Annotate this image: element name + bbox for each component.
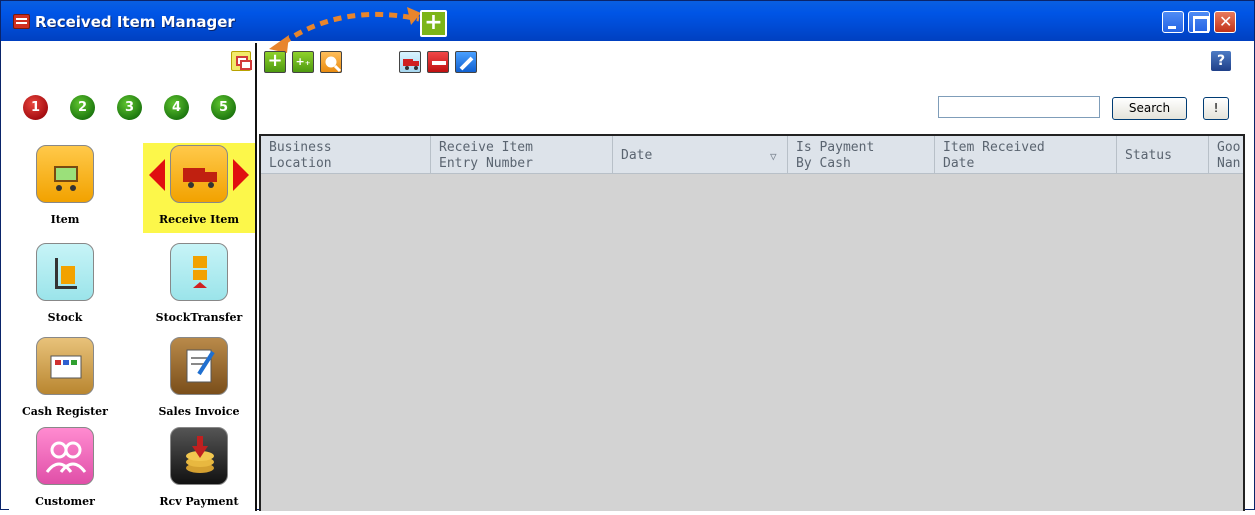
step-3-button[interactable]: 3 [117, 95, 142, 120]
tile-sales-invoice[interactable]: Sales Invoice [143, 335, 255, 425]
callout-arrowhead-right [407, 7, 421, 25]
column-header-line: Is Payment [796, 140, 875, 155]
search-input[interactable] [938, 96, 1100, 118]
maximize-button[interactable] [1188, 11, 1210, 33]
cash-register-icon [36, 337, 94, 395]
grid-header: Business Location Receive Item Entry Num… [261, 136, 1243, 174]
dashed-callout-arrow [281, 11, 420, 46]
column-header-line: Entry Number [439, 156, 533, 171]
delivery-truck-icon [170, 145, 228, 203]
column-header-goods-name[interactable]: Goo Nan [1209, 136, 1243, 174]
tile-cash-register[interactable]: Cash Register [9, 335, 121, 425]
column-header-line: Location [269, 156, 332, 171]
toggle-panel-icon[interactable] [231, 51, 252, 71]
column-header-line: Date [621, 148, 653, 163]
add-button[interactable]: + [264, 51, 286, 73]
column-header-line: Business [269, 140, 332, 155]
pencil-icon [459, 56, 474, 71]
step-1-button[interactable]: 1 [23, 95, 48, 120]
tile-stock-transfer[interactable]: StockTransfer [143, 241, 255, 331]
delete-button[interactable] [427, 51, 449, 73]
edit-button[interactable] [455, 51, 477, 73]
column-header-line: Receive Item [439, 140, 533, 155]
stock-transfer-icon [170, 243, 228, 301]
minimize-button[interactable] [1162, 11, 1184, 33]
search-records-button[interactable] [320, 51, 342, 73]
magnifier-icon [325, 56, 342, 73]
column-header-item-received-date[interactable]: Item Received Date [935, 136, 1117, 174]
tile-label: Receive Item [158, 213, 240, 226]
tile-customer[interactable]: Customer [9, 425, 121, 515]
tile-label: Rcv Payment [159, 495, 239, 508]
hand-truck-icon [36, 243, 94, 301]
advanced-search-button[interactable]: ! [1203, 97, 1229, 120]
toolbar: + +₊ ? [259, 43, 1246, 83]
invoice-icon [170, 337, 228, 395]
column-header-is-payment-by-cash[interactable]: Is Payment By Cash [788, 136, 935, 174]
shopping-cart-icon [36, 145, 94, 203]
step-5-button[interactable]: 5 [211, 95, 236, 120]
data-grid[interactable]: Business Location Receive Item Entry Num… [259, 134, 1245, 511]
column-header-line: Item Received [943, 140, 1045, 155]
truck-icon [403, 59, 419, 70]
app-window: Received Item Manager + 1 2 3 4 5 Item [0, 0, 1255, 511]
tile-stock[interactable]: Stock [9, 241, 121, 331]
step-2-button[interactable]: 2 [70, 95, 95, 120]
tile-label: Cash Register [22, 405, 108, 418]
column-header-line: Status [1125, 148, 1172, 163]
add-multiple-button[interactable]: +₊ [292, 51, 314, 73]
search-button[interactable]: Search [1112, 97, 1187, 120]
column-header-line: Nan [1217, 156, 1241, 171]
tile-item[interactable]: Item [9, 143, 121, 233]
sidebar: 1 2 3 4 5 Item Receive Item Stock StockT… [9, 43, 257, 511]
column-header-receive-item-entry-number[interactable]: Receive Item Entry Number [431, 136, 613, 174]
tile-receive-item[interactable]: Receive Item [143, 143, 255, 233]
tile-label: Stock [47, 311, 83, 324]
left-arrow-icon [149, 159, 165, 191]
column-header-line: By Cash [796, 156, 851, 171]
receive-truck-button[interactable] [399, 51, 421, 73]
tile-label: StockTransfer [155, 311, 243, 324]
customers-icon [36, 427, 94, 485]
receive-payment-icon [170, 427, 228, 485]
help-button[interactable]: ? [1211, 51, 1231, 71]
column-header-status[interactable]: Status [1117, 136, 1209, 174]
tile-label: Customer [35, 495, 95, 508]
close-button[interactable] [1214, 11, 1236, 33]
tile-label: Item [50, 213, 80, 226]
step-4-button[interactable]: 4 [164, 95, 189, 120]
add-button-callout: + [420, 10, 447, 37]
column-header-line: Date [943, 156, 975, 171]
right-arrow-icon [233, 159, 249, 191]
tile-label: Sales Invoice [158, 405, 240, 418]
column-header-date[interactable]: Date ▽ [613, 136, 788, 174]
sort-down-icon: ▽ [770, 150, 777, 163]
column-header-line: Goo [1217, 140, 1241, 155]
column-header-business-location[interactable]: Business Location [261, 136, 431, 174]
minus-icon [432, 61, 446, 65]
tile-rcv-payment[interactable]: Rcv Payment [143, 425, 255, 515]
